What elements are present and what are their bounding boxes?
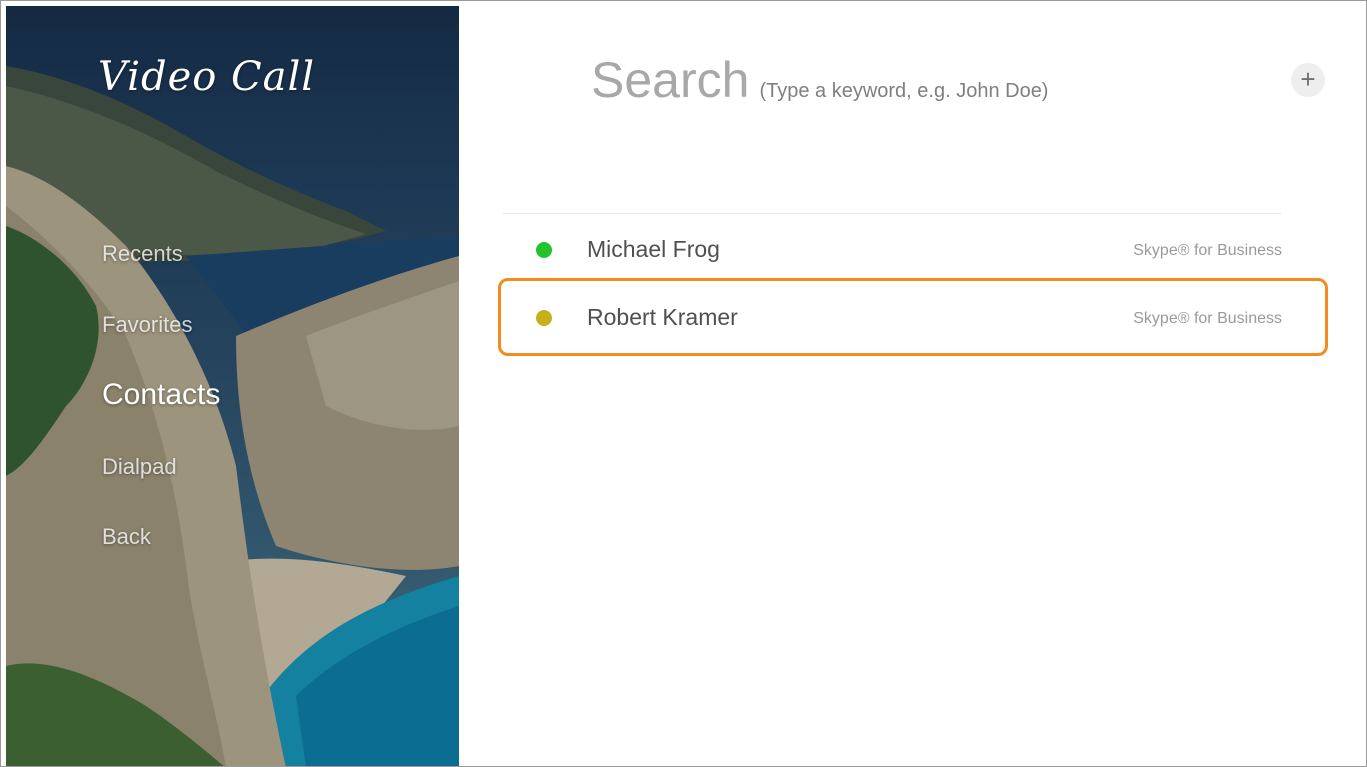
nav-item-back[interactable]: Back [102,524,151,550]
background-landscape-image [6,6,459,766]
contact-service: Skype® for Business [1133,310,1282,327]
add-contact-button[interactable]: + [1291,63,1325,97]
status-away-icon [536,310,552,326]
app-title: Video Call [98,54,316,100]
search-label: Search [591,52,750,108]
nav-item-recents[interactable]: Recents [102,241,183,267]
search-hint: (Type a keyword, e.g. John Doe) [759,80,1049,102]
status-online-icon [536,242,552,258]
contact-row-michael-frog[interactable]: Michael Frog Skype® for Business [498,212,1328,286]
nav-item-dialpad[interactable]: Dialpad [102,454,177,480]
nav-item-contacts[interactable]: Contacts [102,378,220,412]
search-field[interactable]: Search (Type a keyword, e.g. John Doe) [591,51,1048,109]
nav-item-favorites[interactable]: Favorites [102,312,192,338]
contact-row-robert-kramer[interactable]: Robert Kramer Skype® for Business [498,278,1328,356]
plus-icon: + [1300,64,1316,94]
contact-service: Skype® for Business [1133,242,1282,259]
contact-name: Michael Frog [587,236,720,262]
sidebar: Video Call Recents Favorites Contacts Di… [6,6,459,766]
app-window: Video Call Recents Favorites Contacts Di… [0,0,1367,767]
contact-name: Robert Kramer [587,304,738,330]
